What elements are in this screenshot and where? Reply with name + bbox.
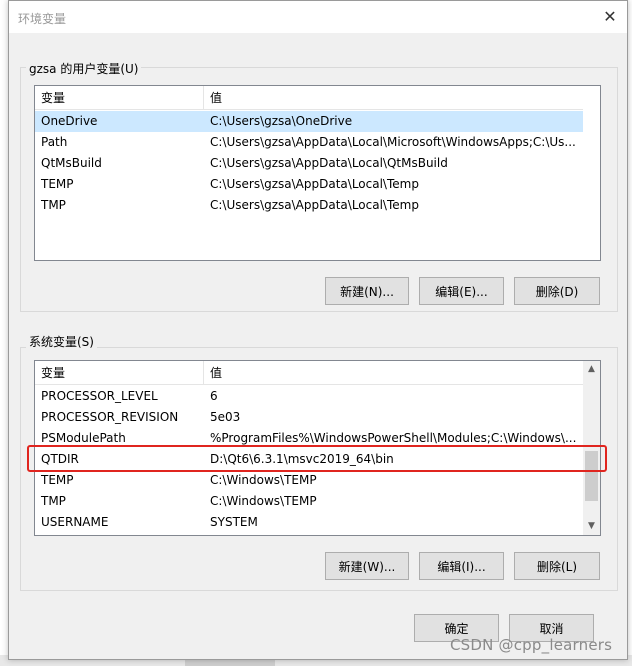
environment-variables-dialog: 环境变量 ✕ gzsa 的用户变量(U) 变量 值 OneDrive C:\Us… [8, 0, 628, 660]
variable-value: C:\Users\gzsa\AppData\Local\QtMsBuild [210, 156, 448, 170]
variable-name: TEMP [41, 473, 74, 487]
column-header-name[interactable]: 变量 [35, 86, 204, 110]
table-row[interactable]: TMP C:\Windows\TEMP [35, 491, 583, 512]
system-new-button[interactable]: 新建(W)... [325, 552, 409, 580]
column-header-value[interactable]: 值 [204, 361, 222, 385]
system-edit-button[interactable]: 编辑(I)... [419, 552, 504, 580]
variable-name: PROCESSOR_LEVEL [41, 389, 158, 403]
variable-name: TMP [41, 198, 66, 212]
dialog-title: 环境变量 [18, 12, 67, 26]
variable-value: C:\Users\gzsa\AppData\Local\Temp [210, 198, 419, 212]
table-row[interactable]: QTDIR D:\Qt6\6.3.1\msvc2019_64\bin [35, 449, 583, 470]
variable-name: QTDIR [41, 452, 79, 466]
column-header-value[interactable]: 值 [204, 86, 222, 110]
variable-name: OneDrive [41, 114, 98, 128]
table-row[interactable]: PROCESSOR_REVISION 5e03 [35, 407, 583, 428]
variable-value: C:\Users\gzsa\AppData\Local\Microsoft\Wi… [210, 135, 576, 149]
variable-name: PROCESSOR_REVISION [41, 410, 179, 424]
close-icon[interactable]: ✕ [598, 5, 622, 29]
table-row[interactable]: QtMsBuild C:\Users\gzsa\AppData\Local\Qt… [35, 153, 600, 174]
variable-value: C:\Users\gzsa\AppData\Local\Temp [210, 177, 419, 191]
table-row[interactable]: TMP C:\Users\gzsa\AppData\Local\Temp [35, 195, 600, 216]
variable-name: PSModulePath [41, 431, 126, 445]
csdn-watermark: CSDN @cpp_learners [450, 636, 613, 654]
system-variables-list[interactable]: 变量 值 PROCESSOR_LEVEL 6 PROCESSOR_REVISIO… [34, 360, 601, 536]
table-row[interactable]: USERNAME SYSTEM [35, 512, 583, 533]
variable-name: TMP [41, 494, 66, 508]
variable-name: QtMsBuild [41, 156, 102, 170]
variable-value: 6 [210, 389, 218, 403]
variable-value: %ProgramFiles%\WindowsPowerShell\Modules… [210, 431, 577, 445]
variable-name: USERNAME [41, 515, 109, 529]
variable-value: D:\Qt6\6.3.1\msvc2019_64\bin [210, 452, 394, 466]
variable-value: 5e03 [210, 410, 241, 424]
scroll-up-icon[interactable]: ▲ [583, 361, 600, 378]
list-header: 变量 值 [35, 361, 583, 385]
user-delete-button[interactable]: 删除(D) [514, 277, 600, 305]
scroll-thumb[interactable] [585, 451, 598, 501]
user-new-button[interactable]: 新建(N)... [325, 277, 409, 305]
user-variables-group-label: gzsa 的用户变量(U) [26, 60, 142, 77]
title-bar[interactable]: 环境变量 ✕ [9, 1, 627, 33]
system-variables-group-label: 系统变量(S) [26, 333, 97, 350]
system-delete-button[interactable]: 删除(L) [514, 552, 600, 580]
variable-value: C:\Windows\TEMP [210, 473, 317, 487]
table-row[interactable]: PROCESSOR_LEVEL 6 [35, 386, 583, 407]
table-row[interactable]: TEMP C:\Windows\TEMP [35, 470, 583, 491]
column-header-name[interactable]: 变量 [35, 361, 204, 385]
table-row[interactable]: TEMP C:\Users\gzsa\AppData\Local\Temp [35, 174, 600, 195]
variable-value: C:\Users\gzsa\OneDrive [210, 114, 353, 128]
table-row[interactable]: Path C:\Users\gzsa\AppData\Local\Microso… [35, 132, 600, 153]
variable-name: TEMP [41, 177, 74, 191]
scroll-down-icon[interactable]: ▼ [583, 518, 600, 535]
table-row[interactable]: PSModulePath %ProgramFiles%\WindowsPower… [35, 428, 583, 449]
variable-value: SYSTEM [210, 515, 258, 529]
vertical-scrollbar[interactable]: ▲ ▼ [583, 361, 600, 535]
list-header: 变量 值 [35, 86, 583, 110]
variable-name: Path [41, 135, 68, 149]
variable-value: C:\Windows\TEMP [210, 494, 317, 508]
user-edit-button[interactable]: 编辑(E)... [419, 277, 504, 305]
user-variables-list[interactable]: 变量 值 OneDrive C:\Users\gzsa\OneDrive Pat… [34, 85, 601, 261]
table-row[interactable]: OneDrive C:\Users\gzsa\OneDrive [35, 111, 583, 132]
